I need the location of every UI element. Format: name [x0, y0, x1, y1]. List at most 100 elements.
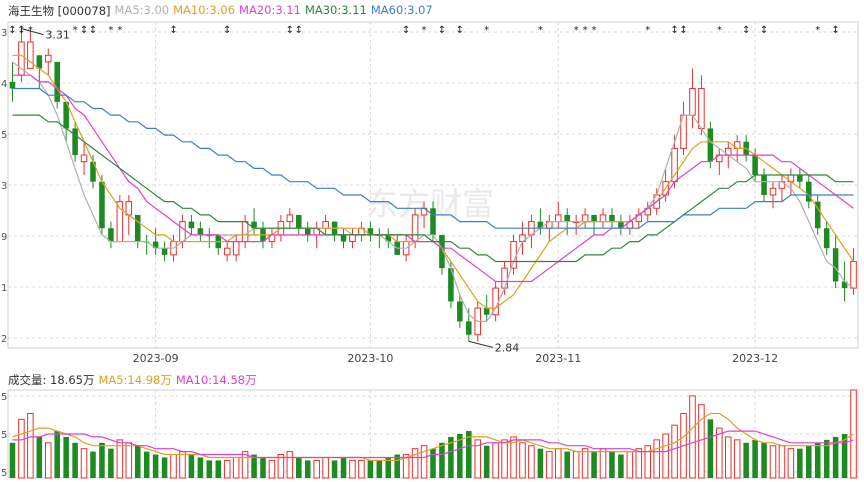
volume-bar-down — [430, 448, 436, 478]
candle-body-down — [591, 214, 597, 222]
volume-bar-down — [537, 448, 544, 478]
event-marker: * — [73, 25, 78, 36]
volume-bar-up — [80, 448, 88, 479]
vol-y-tick-label: 5 — [1, 430, 7, 441]
volume-bar-up — [716, 427, 723, 479]
candle-body-up — [232, 241, 240, 256]
volume-bar-down — [761, 442, 767, 478]
volume-bar-down — [9, 442, 16, 478]
volume-bar-down — [304, 460, 311, 478]
watermark: 东方财富 — [366, 185, 494, 223]
y-tick-label: 2 — [1, 334, 7, 345]
event-marker: * — [717, 25, 722, 36]
volume-bar-up — [501, 439, 508, 479]
event-marker: ↕ — [295, 25, 303, 36]
volume-bar-up — [724, 436, 732, 479]
vol-y-tick-label: 5 — [1, 392, 7, 403]
event-marker: * — [592, 25, 597, 36]
candle-body-down — [72, 128, 78, 156]
volume-bar-down — [376, 460, 383, 478]
event-marker: ↕ — [679, 25, 687, 36]
volume-bar-up — [698, 404, 705, 479]
volume-bar-down — [260, 457, 266, 478]
volume-bar-down — [54, 431, 60, 478]
chart-canvas: 3 4 5 3 9 1 2 5 5 5 2023-09 2023-10 2023-11 2023-12 东方… — [1, 21, 859, 479]
volume-bar-down — [72, 442, 78, 478]
candle-body-down — [752, 155, 758, 176]
volume-bar-down — [340, 457, 347, 478]
volume-bar-up — [662, 433, 669, 479]
event-marker: * — [645, 25, 650, 36]
volume-bar-down — [161, 457, 168, 478]
event-marker: ↕ — [286, 25, 294, 36]
volume-bar-down — [707, 419, 714, 478]
candle-body-up — [80, 154, 88, 163]
candle-body-up — [44, 54, 52, 63]
volume-bar-up — [125, 442, 133, 479]
candle-body-down — [340, 234, 347, 242]
volume-bar-down — [814, 442, 821, 478]
candle-body-up — [27, 41, 34, 70]
y-tick-label: 3 — [1, 28, 7, 39]
volume-bar-down — [331, 460, 338, 478]
event-marker: ↕ — [831, 25, 839, 36]
event-marker: * — [108, 25, 113, 36]
volume-bar-down — [483, 445, 490, 478]
event-marker: ↕ — [456, 25, 464, 36]
volume-bar-up — [733, 439, 741, 479]
candle-body-up — [501, 267, 508, 289]
x-tick-label: 2023-11 — [535, 352, 581, 365]
candle-body-up — [510, 241, 517, 269]
volume-bar-up — [18, 418, 25, 479]
event-marker: ↕ — [670, 25, 678, 36]
volume-bar-up — [322, 456, 329, 479]
volume-bar-up — [626, 451, 634, 479]
volume-bar-down — [797, 448, 803, 478]
ma-line-2 — [12, 74, 854, 283]
volume-bar-up — [546, 451, 553, 479]
volume-bar-up — [554, 448, 562, 479]
volume-bar-up — [581, 448, 589, 479]
low-annotation-line — [468, 340, 493, 348]
volume-title: 成交量: 18.65万 — [8, 373, 95, 387]
vol-ma10-label: MA10:14.58万 — [175, 373, 257, 387]
candle-body-down — [466, 321, 472, 335]
volume-legend: 成交量: 18.65万 MA5:14.98万 MA10:14.58万 — [8, 372, 261, 388]
candle-body-up — [179, 221, 186, 243]
volume-bar-up — [528, 445, 535, 479]
event-marker: ↕ — [438, 25, 446, 36]
volume-bar-up — [358, 459, 365, 479]
volume-bar-down — [90, 451, 96, 478]
event-marker: * — [484, 25, 489, 36]
event-marker: * — [117, 25, 122, 36]
volume-bar-down — [609, 451, 615, 478]
volume-bar-up — [787, 448, 795, 479]
volume-bar-up — [349, 459, 356, 479]
event-marker: ↕ — [89, 25, 97, 36]
y-tick-label: 3 — [1, 181, 7, 192]
volume-bar-down — [134, 445, 141, 478]
candle-body-down — [430, 208, 436, 235]
volume-bar-up — [850, 389, 857, 479]
candle-body-up — [581, 214, 589, 223]
volume-bar-down — [564, 451, 570, 478]
event-marker: ↕ — [169, 25, 177, 36]
y-tick-label: 5 — [1, 130, 7, 141]
candle-body-down — [161, 248, 168, 255]
volume-bar-down — [752, 439, 758, 478]
volume-bar-up — [232, 456, 240, 479]
candle-body-down — [296, 214, 302, 229]
volume-bar-up — [286, 451, 294, 479]
candle-body-up — [286, 214, 294, 223]
high-annotation-label: 3.31 — [45, 29, 70, 42]
y-tick-label: 1 — [1, 283, 7, 294]
volume-bar-down — [197, 457, 204, 478]
event-marker: * — [815, 25, 820, 36]
volume-bar-up — [179, 451, 186, 479]
volume-bar-up — [635, 448, 643, 479]
event-marker: * — [574, 25, 579, 36]
low-annotation-label: 2.84 — [495, 341, 519, 354]
candle-body-down — [197, 228, 204, 235]
candle-body-up — [769, 187, 777, 196]
candle-body-up — [241, 221, 249, 243]
